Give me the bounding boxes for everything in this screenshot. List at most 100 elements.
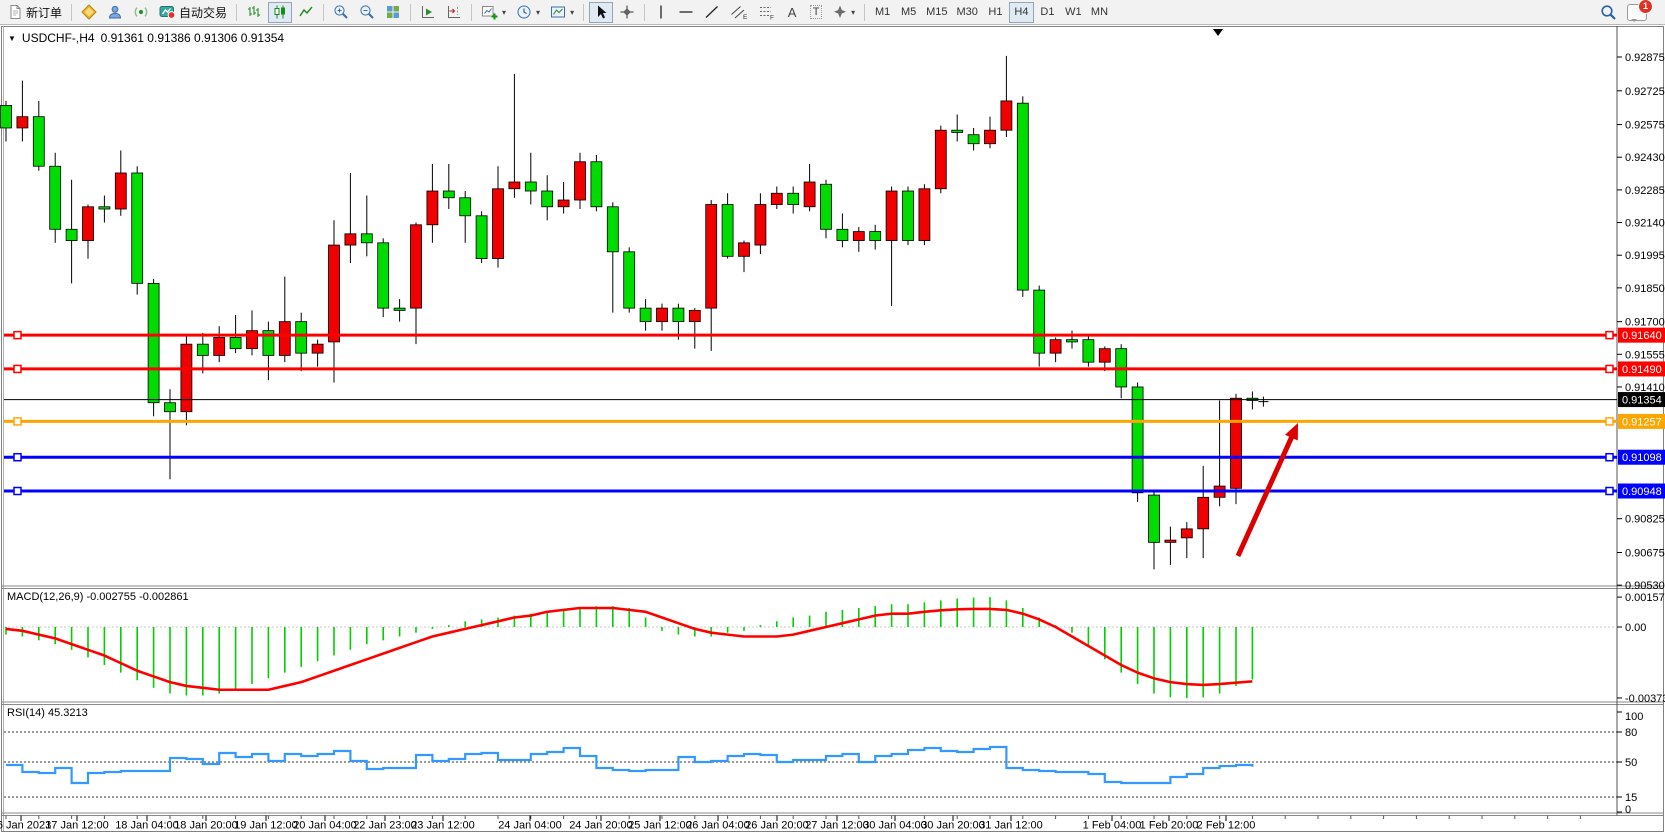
candle-body: [279, 322, 290, 356]
tile-windows-button[interactable]: [381, 2, 405, 23]
price-axis-label: 0.91555: [1625, 349, 1665, 361]
bar-chart-button[interactable]: [242, 2, 266, 23]
rsi-axis-label: 80: [1625, 727, 1637, 739]
candle-body: [542, 191, 553, 207]
vertical-line-tool[interactable]: [650, 2, 672, 23]
toolbar-separator: [644, 4, 645, 21]
candle-body: [821, 184, 832, 229]
signals-broadcast-icon: [133, 4, 149, 20]
shapes-dropdown[interactable]: ▾: [829, 2, 859, 23]
chart-canvas[interactable]: 0.928750.927250.925750.924300.922850.921…: [0, 0, 1665, 835]
price-line-label: 0.91257: [1622, 416, 1662, 428]
auto-scroll-button[interactable]: [416, 2, 440, 23]
fibonacci-icon: F: [758, 4, 775, 20]
cursor-button[interactable]: [589, 2, 613, 23]
line-handle[interactable]: [1606, 365, 1613, 372]
channel-tool[interactable]: E: [726, 2, 752, 23]
new-order-label: 新订单: [26, 4, 62, 21]
fibonacci-tool[interactable]: F: [754, 2, 779, 23]
autotrading-button[interactable]: 自动交易: [155, 2, 231, 23]
zoom-out-button[interactable]: [355, 2, 379, 23]
timeframe-h4[interactable]: H4: [1009, 2, 1034, 23]
candle-body: [17, 117, 28, 128]
dropdown-caret-icon: ▾: [851, 8, 855, 17]
line-chart-icon: [298, 4, 314, 20]
market-button[interactable]: [77, 2, 101, 23]
line-handle[interactable]: [14, 418, 21, 425]
buy-arrow-annotation[interactable]: [1238, 430, 1295, 556]
community-button[interactable]: [103, 2, 127, 23]
chart-shift-button[interactable]: [442, 2, 466, 23]
toolbar-separator: [471, 4, 472, 21]
crosshair-button[interactable]: [615, 2, 639, 23]
line-handle[interactable]: [1606, 488, 1613, 495]
candle-body: [427, 191, 438, 225]
candle-body: [575, 162, 586, 200]
text-tool[interactable]: A: [781, 2, 803, 23]
horizontal-line-tool[interactable]: [674, 2, 698, 23]
candle-body: [329, 245, 340, 342]
timeframe-m1[interactable]: M1: [870, 2, 895, 23]
current-bar-cross-marker: [1258, 397, 1268, 407]
line-handle[interactable]: [1606, 454, 1613, 461]
price-axis-label: 0.92875: [1625, 52, 1665, 64]
price-axis-label: 0.92725: [1625, 86, 1665, 98]
trendline-tool[interactable]: [700, 2, 724, 23]
candle-body: [607, 207, 618, 252]
candle-body: [1165, 540, 1176, 542]
search-button[interactable]: [1596, 2, 1621, 23]
candle-body: [230, 337, 241, 348]
macd-axis-label: 0.00: [1625, 622, 1646, 634]
timeframe-h1[interactable]: H1: [983, 2, 1008, 23]
candle-body: [148, 283, 159, 402]
line-handle[interactable]: [1606, 332, 1613, 339]
timeframe-d1[interactable]: D1: [1035, 2, 1060, 23]
time-axis-label: 23 Jan 12:00: [411, 820, 475, 832]
text-label-icon: T: [810, 5, 823, 19]
text-icon: A: [788, 5, 797, 20]
price-axis-label: 0.92285: [1625, 185, 1665, 197]
timeframe-m15[interactable]: M15: [922, 2, 951, 23]
line-handle[interactable]: [14, 365, 21, 372]
timeframe-mn[interactable]: MN: [1087, 2, 1112, 23]
timeframe-m30[interactable]: M30: [953, 2, 982, 23]
candle-body: [165, 403, 176, 412]
candle-body: [804, 182, 815, 207]
time-axis-label: 1 Feb 04:00: [1083, 820, 1142, 832]
candle-body: [33, 117, 44, 167]
new-order-button[interactable]: 新订单: [4, 2, 66, 23]
time-axis-label: 31 Jan 12:00: [979, 820, 1043, 832]
timeframe-w1[interactable]: W1: [1061, 2, 1086, 23]
mt4-terminal: 新订单 自动交易: [0, 0, 1665, 835]
candle-body: [771, 193, 782, 204]
time-axis-label: 18 Jan 04:00: [115, 820, 179, 832]
timeframe-m5[interactable]: M5: [896, 2, 921, 23]
zoom-in-button[interactable]: [329, 2, 353, 23]
time-axis-label: 26 Jan 20:00: [745, 820, 809, 832]
bar-chart-icon: [246, 4, 262, 20]
periods-dropdown[interactable]: ▾: [512, 2, 544, 23]
candle-body: [361, 234, 372, 243]
collapse-triangle-icon[interactable]: ▼: [8, 34, 16, 43]
line-handle[interactable]: [1606, 418, 1613, 425]
candlestick-chart-button[interactable]: [268, 2, 292, 23]
main-toolbar: 新订单 自动交易: [0, 0, 1665, 25]
text-label-tool[interactable]: T: [805, 2, 827, 23]
candle-body: [853, 232, 864, 241]
svg-text:E: E: [743, 14, 748, 20]
line-handle[interactable]: [14, 454, 21, 461]
line-chart-button[interactable]: [294, 2, 318, 23]
new-chart-dropdown[interactable]: ▾: [477, 2, 510, 23]
chat-bubble-icon: 1: [1627, 4, 1647, 21]
candle-body: [558, 200, 569, 207]
price-axis-label: 0.92575: [1625, 120, 1665, 132]
line-handle[interactable]: [14, 332, 21, 339]
candle-body: [788, 193, 799, 204]
time-axis-label: 2 Feb 12:00: [1197, 820, 1256, 832]
candle-body: [657, 308, 668, 322]
autotrading-robot-icon: [159, 4, 176, 20]
notifications-button[interactable]: 1: [1623, 2, 1651, 23]
line-handle[interactable]: [14, 488, 21, 495]
templates-dropdown[interactable]: ▾: [546, 2, 578, 23]
signals-button[interactable]: [129, 2, 153, 23]
